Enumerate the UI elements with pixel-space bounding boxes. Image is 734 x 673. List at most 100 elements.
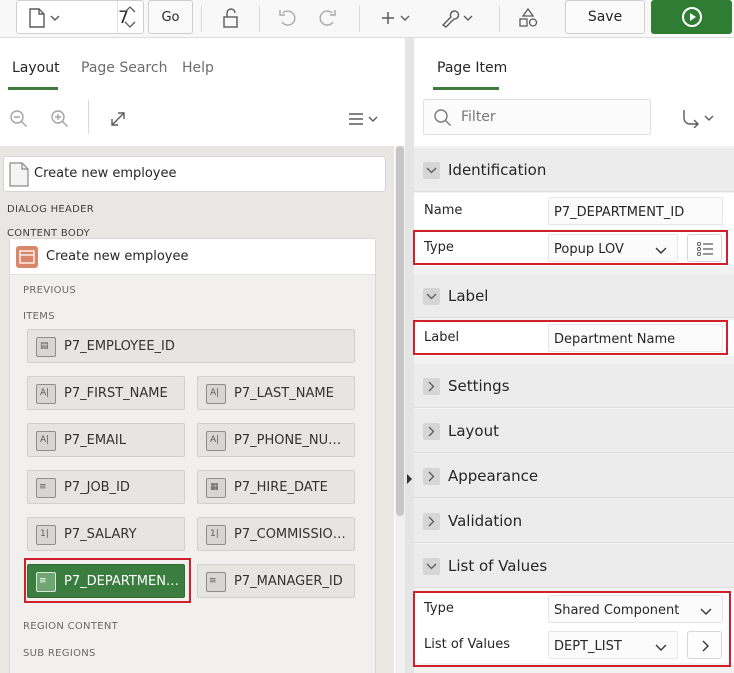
active-tab-indicator (433, 87, 499, 90)
search-icon (434, 109, 451, 126)
tab-page-item[interactable]: Page Item (437, 60, 507, 76)
go-to-group-button[interactable] (680, 108, 718, 128)
save-button[interactable]: Save (565, 0, 645, 34)
item-p7-commission-pct[interactable]: 1| P7_COMMISSION_PCT (197, 517, 355, 551)
menu-chevron-icon (349, 113, 378, 125)
item-p7-manager-id[interactable]: ≡ P7_MANAGER_ID (197, 564, 355, 598)
dialog-page-card[interactable]: Create new employee (3, 156, 386, 192)
page-document-icon (9, 162, 29, 187)
tab-layout[interactable]: Layout (12, 60, 60, 76)
group-list-of-values[interactable]: List of Values (414, 544, 734, 588)
chevron-right-icon (423, 513, 440, 530)
utilities-menu-button[interactable] (439, 8, 477, 28)
item-label: P7_COMMISSION_PCT (234, 527, 352, 542)
text-field-icon: A| (36, 384, 56, 404)
layout-menu-button[interactable] (346, 109, 382, 129)
name-value: P7_DEPARTMENT_ID (554, 205, 685, 220)
region-icon (16, 246, 38, 268)
item-label: P7_JOB_ID (64, 480, 130, 495)
dialog-page-title: Create new employee (34, 166, 177, 181)
tab-help[interactable]: Help (182, 60, 214, 76)
run-button[interactable] (651, 0, 732, 34)
item-label: P7_MANAGER_ID (234, 574, 343, 589)
section-previous[interactable]: PREVIOUS (23, 285, 76, 296)
redo-icon (319, 10, 336, 26)
item-p7-salary[interactable]: 1| P7_SALARY (27, 517, 185, 551)
item-p7-last-name[interactable]: A| P7_LAST_NAME (197, 376, 355, 410)
item-p7-hire-date[interactable]: ▦ P7_HIRE_DATE (197, 470, 355, 504)
create-menu-button[interactable] (378, 8, 414, 28)
chevron-down-icon (423, 558, 440, 575)
collapse-arrow-icon[interactable] (407, 474, 412, 484)
filter-input[interactable]: Filter (423, 99, 651, 135)
item-label: P7_SALARY (64, 527, 137, 542)
section-sub-regions[interactable]: SUB REGIONS (23, 648, 96, 659)
text-field-icon: A| (36, 431, 56, 451)
item-p7-email[interactable]: A| P7_EMAIL (27, 423, 185, 457)
popup-lov-icon: ≡ (206, 572, 226, 592)
item-p7-employee-id[interactable]: ▤ P7_EMPLOYEE_ID (27, 329, 355, 363)
tab-page-search[interactable]: Page Search (81, 60, 167, 76)
expand-button[interactable] (107, 108, 129, 130)
panel-splitter[interactable] (405, 38, 414, 673)
item-label: P7_PHONE_NUMBER (234, 433, 352, 448)
group-validation[interactable]: Validation (414, 499, 734, 543)
region-header[interactable]: Create new employee (10, 239, 375, 275)
item-p7-job-id[interactable]: ≡ P7_JOB_ID (27, 470, 185, 504)
right-tabs: Page Item (414, 38, 734, 90)
redo-button[interactable] (315, 6, 339, 30)
shared-components-button[interactable] (516, 6, 540, 30)
group-title: Label (448, 287, 489, 305)
group-title: List of Values (448, 557, 548, 575)
highlight-selected-item (24, 558, 191, 603)
section-region-content[interactable]: REGION CONTENT (23, 621, 118, 632)
group-appearance[interactable]: Appearance (414, 454, 734, 498)
page-number-stepper[interactable] (117, 1, 143, 33)
group-title: Appearance (448, 467, 539, 485)
layout-toolbar (0, 94, 405, 144)
section-items[interactable]: ITEMS (23, 311, 55, 322)
page-icon-dropdown[interactable] (27, 8, 63, 28)
unlock-icon (223, 8, 238, 28)
chevron-right-icon (423, 468, 440, 485)
item-p7-first-name[interactable]: A| P7_FIRST_NAME (27, 376, 185, 410)
region-card[interactable]: Create new employee PREVIOUS ITEMS ▤ P7_… (9, 238, 376, 673)
property-editor: Page Item Filter Identification Name P7_… (414, 38, 734, 673)
group-label[interactable]: Label (414, 274, 734, 318)
group-title: Validation (448, 512, 523, 530)
unlock-button[interactable] (219, 6, 243, 30)
page-icon (29, 8, 60, 28)
group-settings[interactable]: Settings (414, 364, 734, 408)
property-name: Name P7_DEPARTMENT_ID (414, 193, 734, 229)
go-button[interactable]: Go (148, 0, 193, 34)
scrollbar-thumb[interactable] (396, 146, 404, 516)
highlight-type-row (413, 230, 728, 265)
expand-icon (111, 112, 125, 126)
property-label: Name (424, 203, 463, 218)
chevron-right-icon (423, 423, 440, 440)
item-label: P7_EMAIL (64, 433, 127, 448)
number-field-icon: 1| (206, 525, 226, 545)
toolbar-divider (359, 6, 360, 32)
toolbar-divider (88, 100, 89, 134)
group-identification[interactable]: Identification (414, 148, 734, 192)
section-dialog-header[interactable]: DIALOG HEADER (7, 204, 94, 215)
layout-scrollbar[interactable] (395, 146, 405, 673)
toolbar-divider (259, 6, 260, 32)
page-number-field[interactable]: 7 (16, 0, 144, 34)
chevron-right-icon (423, 378, 440, 395)
left-tabs: Layout Page Search Help (0, 38, 405, 92)
item-p7-phone-number[interactable]: A| P7_PHONE_NUMBER (197, 423, 355, 457)
group-layout[interactable]: Layout (414, 409, 734, 453)
region-title: Create new employee (46, 249, 189, 264)
zoom-out-icon (10, 110, 27, 127)
name-field[interactable]: P7_DEPARTMENT_ID (548, 197, 723, 225)
zoom-out-button[interactable] (8, 108, 30, 130)
item-label: P7_LAST_NAME (234, 386, 334, 401)
zoom-in-button[interactable] (49, 108, 71, 130)
toolbar: 7 Go Save (0, 0, 734, 38)
popup-lov-icon: ≡ (36, 478, 56, 498)
toolbar-divider (499, 6, 500, 32)
shapes-icon (519, 7, 538, 27)
undo-button[interactable] (276, 6, 300, 30)
